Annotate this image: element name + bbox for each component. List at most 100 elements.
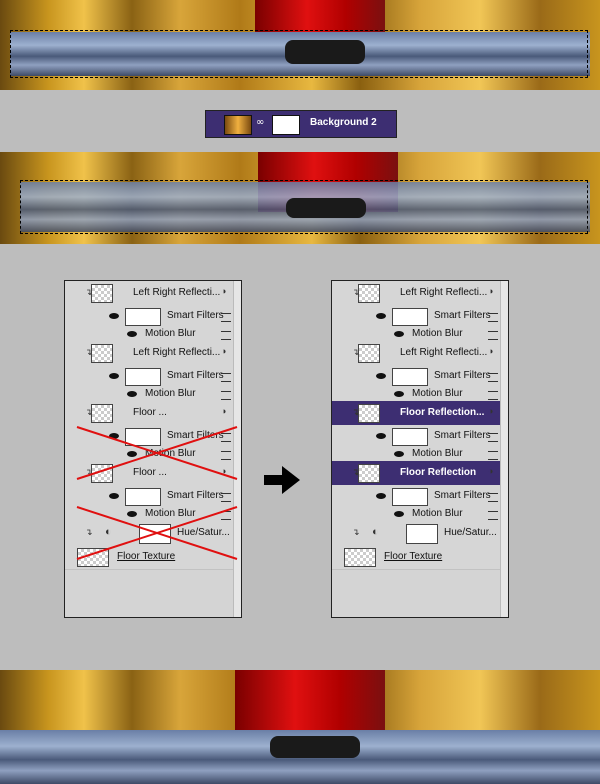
layer-row[interactable]: Smart Filters	[65, 425, 233, 448]
layer-row[interactable]: Smart Filters	[332, 485, 500, 508]
layer-name: Floor Reflection	[400, 467, 477, 478]
smart-filters-label: Smart Filters	[434, 430, 491, 441]
visibility-eye-icon[interactable]	[109, 433, 119, 439]
selection-marquee-top[interactable]	[10, 30, 588, 78]
visibility-eye-icon[interactable]	[394, 511, 404, 517]
filter-options-icon[interactable]	[221, 373, 231, 382]
layer-thumbnail	[358, 284, 380, 303]
visibility-eye-icon[interactable]	[394, 331, 404, 337]
smart-filters-label: Smart Filters	[434, 310, 491, 321]
blend-options-icon[interactable]	[488, 511, 498, 520]
visibility-eye-icon[interactable]	[394, 451, 404, 457]
layer-row[interactable]: Motion Blur	[332, 447, 500, 462]
layer-row[interactable]: ↴ ◐ Hue/Satur...	[65, 521, 233, 546]
layer-row[interactable]: Smart Filters	[332, 425, 500, 448]
layer-row[interactable]: Motion Blur	[332, 387, 500, 402]
smart-object-icon: ◑	[488, 466, 494, 476]
filter-options-icon[interactable]	[488, 433, 498, 442]
blend-options-icon[interactable]	[221, 511, 231, 520]
layer-row[interactable]: ↴ Floor ... ◑	[65, 401, 233, 426]
layer-row[interactable]: Floor Texture	[65, 545, 233, 570]
layer-row[interactable]: ↴ Floor Reflection ◑	[332, 461, 500, 486]
layer-thumbnail	[91, 284, 113, 303]
visibility-eye-icon[interactable]	[376, 433, 386, 439]
layers-panel-before: ↴ Left Right Reflecti... ◑ Smart Filters Mot…	[64, 280, 242, 618]
layer-row[interactable]: Smart Filters	[65, 365, 233, 388]
layer-row[interactable]: Motion Blur	[65, 507, 233, 522]
blend-options-icon[interactable]	[221, 391, 231, 400]
filter-mask-thumbnail	[125, 488, 161, 506]
photo-strip-bottom	[0, 670, 600, 784]
layer-name: Floor Texture	[117, 551, 176, 562]
layer-mask-thumbnail	[272, 115, 300, 135]
visibility-eye-icon[interactable]	[127, 451, 137, 457]
selection-marquee-middle[interactable]	[20, 180, 588, 234]
scrollbar[interactable]	[233, 281, 241, 617]
layer-row[interactable]: Smart Filters	[65, 305, 233, 328]
layer-name: Floor Reflection...	[400, 407, 485, 418]
filter-options-icon[interactable]	[488, 313, 498, 322]
visibility-eye-icon[interactable]	[109, 313, 119, 319]
visibility-eye-icon[interactable]	[127, 331, 137, 337]
layer-chip-background-2[interactable]: ∞ Background 2	[205, 110, 397, 138]
layer-row[interactable]: Motion Blur	[332, 507, 500, 522]
blend-options-icon[interactable]	[488, 451, 498, 460]
effect-name: Motion Blur	[145, 388, 196, 399]
blend-options-icon[interactable]	[221, 331, 231, 340]
visibility-eye-icon[interactable]	[376, 373, 386, 379]
layer-row[interactable]: Motion Blur	[65, 387, 233, 402]
smart-filters-label: Smart Filters	[167, 310, 224, 321]
layer-name: Background 2	[310, 117, 377, 128]
layer-name: Left Right Reflecti...	[400, 347, 488, 358]
layer-row[interactable]: Smart Filters	[332, 305, 500, 328]
clip-arrow-icon: ↴	[352, 527, 360, 537]
smart-object-icon: ◑	[221, 346, 227, 356]
effect-name: Motion Blur	[145, 508, 196, 519]
visibility-eye-icon[interactable]	[376, 313, 386, 319]
filter-options-icon[interactable]	[221, 493, 231, 502]
filter-options-icon[interactable]	[221, 313, 231, 322]
clip-arrow-icon: ↴	[85, 527, 93, 537]
layer-name: Hue/Satur...	[177, 527, 230, 538]
smart-object-icon: ◑	[221, 466, 227, 476]
layer-row[interactable]: Smart Filters	[65, 485, 233, 508]
photo-strip-middle	[0, 152, 600, 244]
layer-row[interactable]: ↴ Floor ... ◑	[65, 461, 233, 486]
filter-options-icon[interactable]	[488, 373, 498, 382]
effect-name: Motion Blur	[412, 388, 463, 399]
layer-row[interactable]: Motion Blur	[332, 327, 500, 342]
layer-row[interactable]: ↴ Left Right Reflecti... ◑	[65, 341, 233, 366]
layer-row[interactable]: Motion Blur	[65, 327, 233, 342]
filter-mask-thumbnail	[125, 428, 161, 446]
smart-object-icon: ◑	[488, 286, 494, 296]
visibility-eye-icon[interactable]	[109, 373, 119, 379]
visibility-eye-icon[interactable]	[394, 391, 404, 397]
layer-row[interactable]: ↴ Left Right Reflecti... ◑	[332, 281, 500, 306]
scrollbar[interactable]	[500, 281, 508, 617]
smart-object-icon: ◑	[221, 406, 227, 416]
layer-name: Floor ...	[133, 407, 167, 418]
blend-options-icon[interactable]	[488, 331, 498, 340]
layer-row[interactable]: ↴ Left Right Reflecti... ◑	[65, 281, 233, 306]
visibility-eye-icon[interactable]	[109, 493, 119, 499]
visibility-eye-icon[interactable]	[127, 391, 137, 397]
blend-options-icon[interactable]	[488, 391, 498, 400]
filter-options-icon[interactable]	[488, 493, 498, 502]
filter-mask-thumbnail	[392, 428, 428, 446]
mask-thumbnail	[406, 524, 438, 544]
layer-row[interactable]: ↴ Left Right Reflecti... ◑	[332, 341, 500, 366]
effect-name: Motion Blur	[412, 328, 463, 339]
smart-filters-label: Smart Filters	[167, 430, 224, 441]
smart-filters-label: Smart Filters	[167, 370, 224, 381]
layer-row[interactable]: Motion Blur	[65, 447, 233, 462]
filter-options-icon[interactable]	[221, 433, 231, 442]
visibility-eye-icon[interactable]	[127, 511, 137, 517]
layer-row[interactable]: ↴ ◐ Hue/Satur...	[332, 521, 500, 546]
adjustment-layer-icon: ◐	[105, 526, 112, 538]
layer-name: Left Right Reflecti...	[133, 287, 221, 298]
layer-row[interactable]: Smart Filters	[332, 365, 500, 388]
blend-options-icon[interactable]	[221, 451, 231, 460]
layer-row[interactable]: Floor Texture	[332, 545, 500, 570]
visibility-eye-icon[interactable]	[376, 493, 386, 499]
layer-row[interactable]: ↴ Floor Reflection... ◑	[332, 401, 500, 426]
